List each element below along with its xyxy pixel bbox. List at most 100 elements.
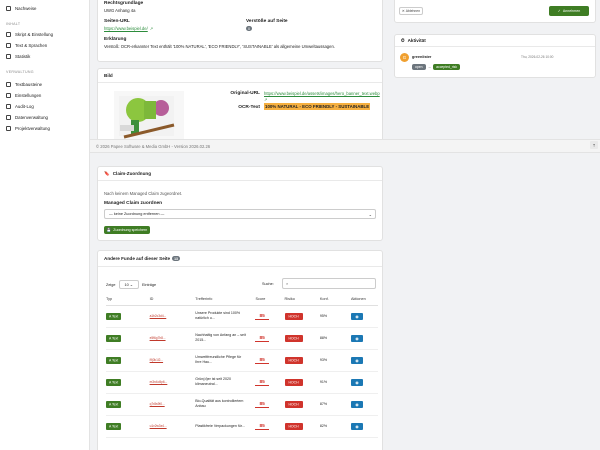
type-badge: A Text — [106, 356, 122, 364]
funde-table: Typ ID Trefferinfo Score Risiko Konf. Ak… — [106, 293, 378, 438]
eye-icon: ◉ — [355, 335, 359, 341]
sidebar-item-einstellungen[interactable]: Einstellungen — [6, 93, 41, 98]
type-badge: A Text — [106, 334, 122, 342]
zeige-label: Zeige — [106, 282, 116, 287]
eye-icon: ◉ — [355, 423, 359, 429]
score-value: 85 — [255, 379, 269, 386]
claim-select-label: Managed Claim zuordnen — [104, 201, 163, 206]
ablehnen-button[interactable]: ✕ Ablehnen — [399, 7, 423, 15]
database-icon — [6, 115, 11, 120]
scroll-up-button[interactable]: ⇡ — [590, 141, 598, 149]
text-type-icon: A — [109, 314, 112, 318]
view-button[interactable]: ◉ — [350, 422, 363, 430]
col-typ[interactable]: Typ — [106, 293, 150, 306]
page-size-select[interactable]: 10 ⌄ — [118, 280, 139, 289]
text-type-icon: A — [109, 358, 112, 362]
aktivitaet-title: Aktivität — [407, 38, 426, 43]
zuordnung-speichern-button[interactable]: 💾 Zuordnung speichern — [104, 226, 150, 234]
konfidenz-value: 95% — [319, 314, 328, 318]
table-row: A Text i9j0k1l2... Umweltfreundliche Pfleg… — [106, 349, 378, 372]
search-icon: ⌕ — [286, 281, 289, 286]
funde-card: Andere Funde auf dieser Seite 13 Zeige 1… — [97, 250, 383, 450]
risk-badge: HOCH — [284, 400, 303, 408]
annehmen-button[interactable]: ✓ Annehmen — [549, 6, 589, 16]
type-badge: A Text — [106, 422, 122, 430]
finding-id-link[interactable]: e5f6g7h8... — [150, 336, 166, 340]
bild-card-title: Bild — [98, 69, 382, 83]
finding-info: Umweltfreundliche Pflege für Ihre Hau... — [195, 355, 242, 364]
verstoesse-count-badge: 0 — [246, 26, 252, 31]
risk-badge: HOCH — [284, 378, 303, 386]
col-score[interactable]: Score — [255, 293, 285, 306]
finding-id-link[interactable]: a1b2c3d4... — [150, 314, 167, 318]
claim-select[interactable]: — keine Zuordnung entfernen — ⌄ — [104, 209, 376, 219]
verstoesse-label: Verstöße auf Seite — [246, 19, 288, 24]
view-button[interactable]: ◉ — [350, 334, 363, 342]
finding-info: Unsere Produkte sind 100% natürlich u... — [195, 311, 241, 320]
sidebar-item-audit[interactable]: Audit-Log — [6, 104, 34, 109]
score-value: 85 — [255, 335, 269, 342]
view-button[interactable]: ◉ — [350, 378, 363, 386]
col-info[interactable]: Trefferinfo — [195, 293, 256, 306]
sidebar-item-daten[interactable]: Datenverwaltung — [6, 115, 48, 120]
view-button[interactable]: ◉ — [350, 400, 363, 408]
sidebar-item-nachweise[interactable]: Nachweise — [6, 6, 36, 11]
sidebar-item-text[interactable]: Text & Sprachen — [6, 43, 47, 48]
risk-badge: HOCH — [284, 312, 303, 320]
gear-icon — [6, 93, 11, 98]
finding-id-link[interactable]: m3n4o5p6... — [150, 380, 168, 384]
score-value: 85 — [255, 357, 269, 364]
finding-id-link[interactable]: q7r8s9t0... — [150, 402, 165, 406]
view-button[interactable]: ◉ — [350, 356, 363, 364]
search-input[interactable]: ⌕ — [282, 278, 376, 289]
chart-icon — [6, 54, 11, 59]
table-row: A Text a1b2c3d4... Unsere Produkte sind 10… — [106, 305, 378, 328]
col-id[interactable]: ID — [149, 293, 196, 306]
table-row: A Text u1v2w3x4... Plastikfreie Verpackung… — [106, 415, 378, 438]
type-badge: A Text — [106, 378, 122, 386]
seiten-url-link[interactable]: https://www.beispiel.de/ — [104, 26, 148, 31]
type-badge: A Text — [106, 312, 122, 320]
original-url-link[interactable]: https://www.beispiel.de/assets/images/he… — [264, 91, 380, 96]
sidebar-item-textbausteine[interactable]: Textbausteine — [6, 82, 42, 87]
table-row: A Text m3n4o5p6... Grün(d)er ist seit 2020… — [106, 371, 378, 394]
preview-image[interactable] — [114, 91, 184, 141]
rechtsgrundlage-label: Rechtsgrundlage — [104, 1, 144, 6]
detail-card: Rechtsgrundlage UWG Anhang 4a Seiten-URL… — [97, 0, 383, 62]
konfidenz-value: 82% — [319, 424, 328, 428]
nav-group-inhalt: INHALT — [6, 22, 21, 26]
col-aktionen: Aktionen — [350, 293, 378, 306]
sidebar-item-projekte[interactable]: Projektverwaltung — [6, 126, 50, 131]
risk-badge: HOCH — [284, 356, 303, 364]
chevron-down-icon: ⌄ — [368, 211, 372, 217]
footer-text: © 2026 Papee Software & Media GmbH - Ver… — [96, 143, 211, 149]
view-button[interactable]: ◉ — [350, 312, 363, 320]
sidebar-item-statistik[interactable]: Statistik — [6, 54, 30, 59]
blocks-icon — [6, 82, 11, 87]
folder-icon — [6, 126, 11, 131]
eye-icon: ◉ — [355, 313, 359, 319]
finding-id-link[interactable]: i9j0k1l2... — [150, 358, 163, 362]
suche-label: Suche: — [262, 282, 274, 286]
eye-icon: ◉ — [355, 357, 359, 363]
footer: © 2026 Papee Software & Media GmbH - Ver… — [90, 139, 600, 153]
erklaerung-label: Erklärung — [104, 37, 127, 42]
check-icon: ✓ — [557, 9, 561, 13]
avatar: G — [400, 53, 409, 62]
sidebar-item-skript[interactable]: Skript & Einstellung — [6, 32, 53, 37]
code-icon — [6, 32, 11, 37]
ocr-text-label: OCR-Text — [238, 105, 260, 110]
col-konf[interactable]: Konf. — [319, 293, 351, 306]
decision-card: ✕ Ablehnen ✓ Annehmen — [394, 0, 596, 23]
text-type-icon: A — [109, 424, 112, 428]
col-risiko[interactable]: Risiko — [284, 293, 320, 306]
activity-user: greenlister — [412, 55, 432, 59]
risk-badge: HOCH — [284, 334, 303, 342]
funde-title: Andere Funde auf dieser Seite — [104, 256, 171, 261]
original-url-label: Original-URL — [230, 91, 260, 96]
text-type-icon: A — [109, 336, 112, 340]
erklaerung-text: Verstoß: OCR-erkannter Text enthält '100… — [104, 44, 335, 49]
bookmark-icon: 🔖 — [104, 170, 110, 176]
arrow-right-icon: → — [427, 65, 432, 69]
finding-id-link[interactable]: u1v2w3x4... — [150, 424, 167, 428]
